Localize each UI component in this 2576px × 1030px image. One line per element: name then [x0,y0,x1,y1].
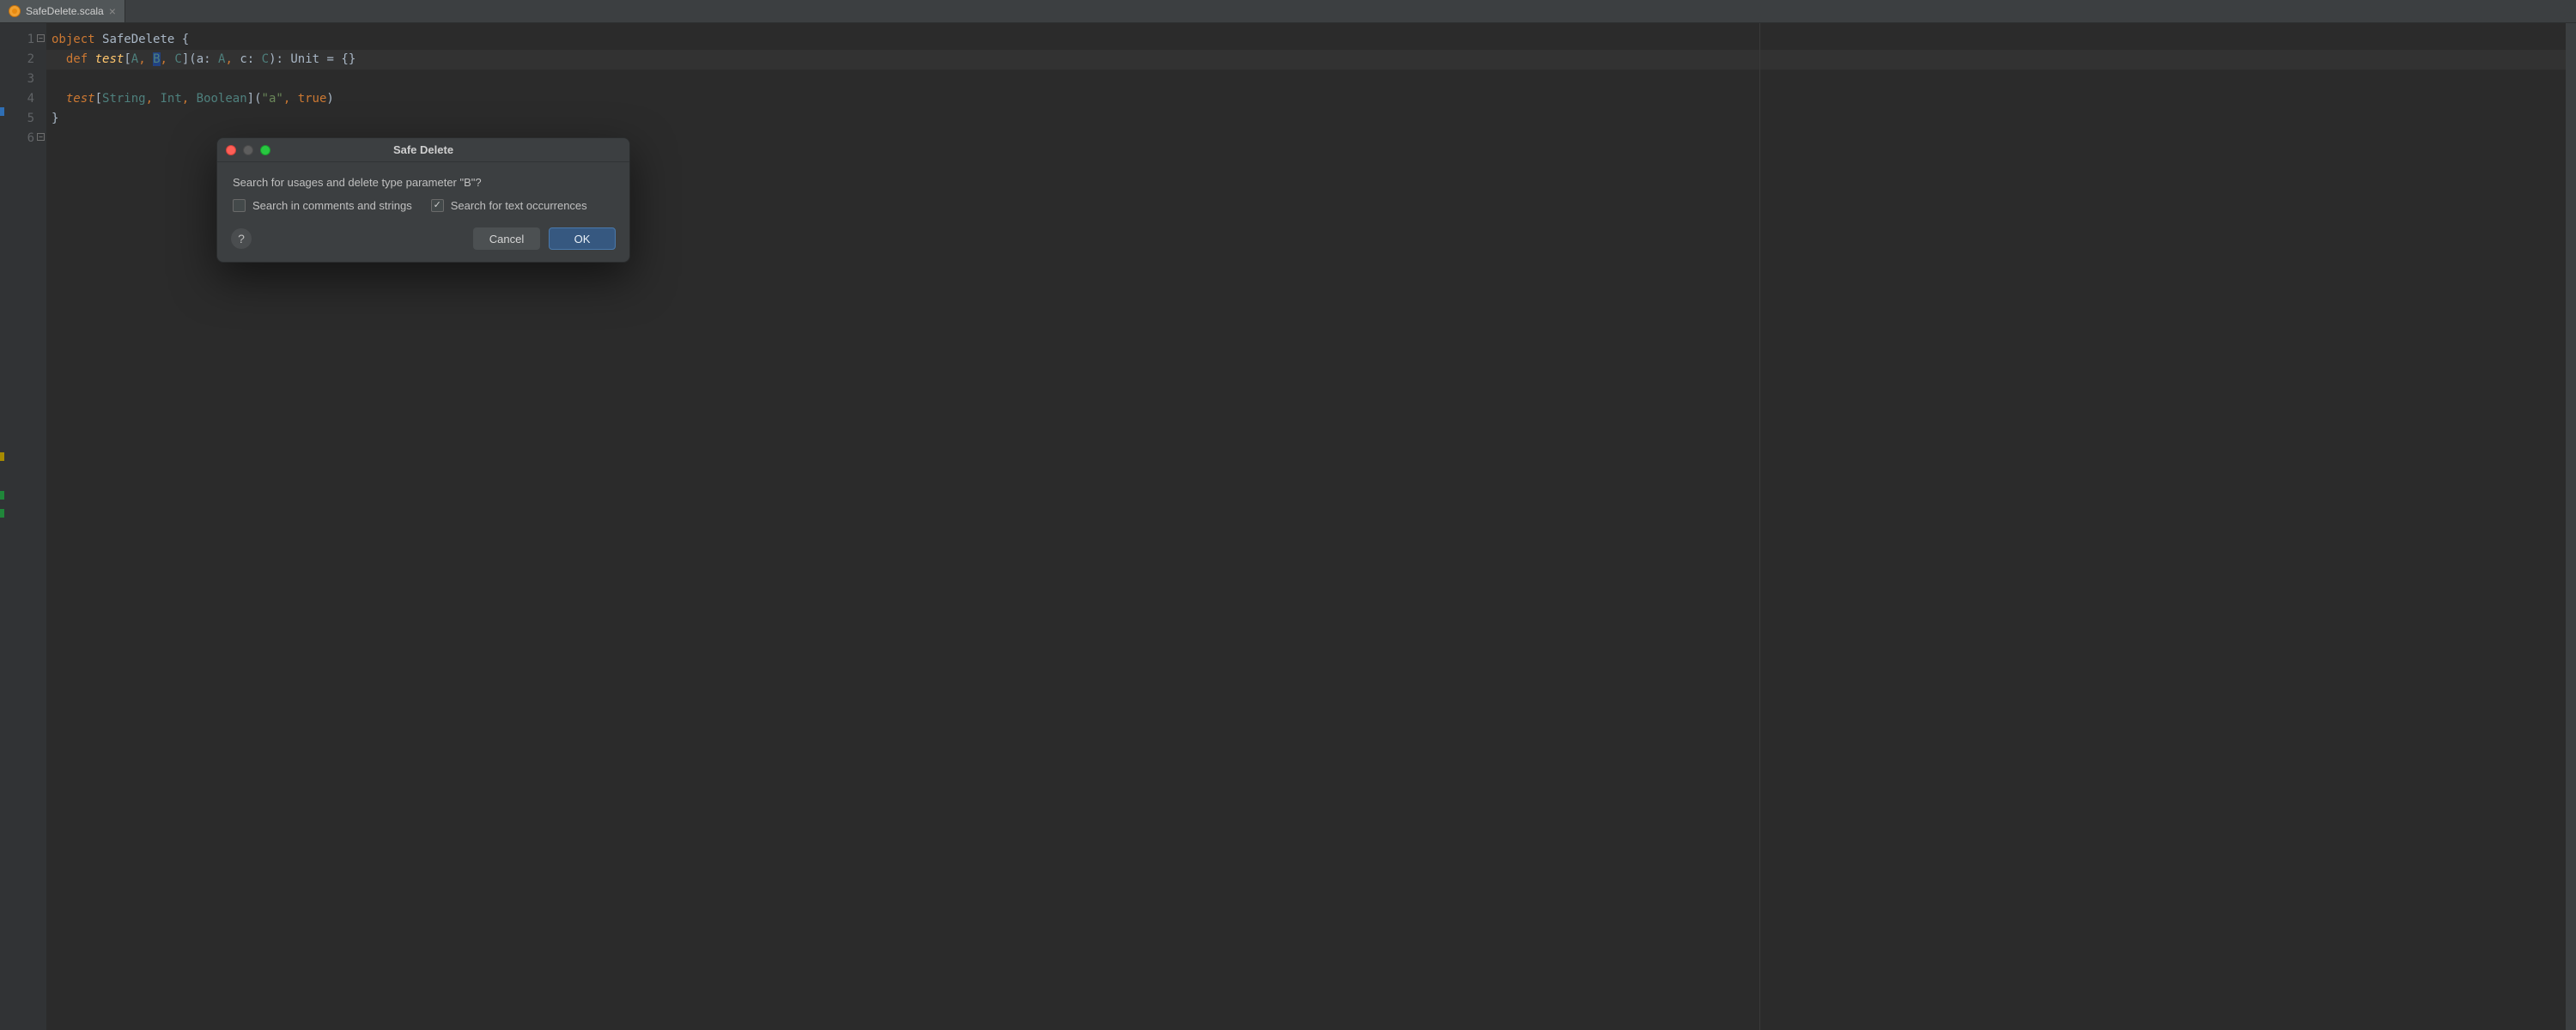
code-line-4: test[String, Int, Boolean]("a", true) [52,89,2566,109]
checkbox-search-comments[interactable]: Search in comments and strings [233,199,412,212]
line-number: 3 [5,70,34,89]
ok-button[interactable]: OK [549,227,616,250]
close-icon[interactable]: × [109,5,116,17]
checkbox-search-text[interactable]: Search for text occurrences [431,199,587,212]
line-number: 1 [5,30,34,50]
help-button[interactable]: ? [231,228,252,249]
selected-type-param: B [153,52,160,66]
checkbox-box[interactable] [233,199,246,212]
editor-tabbar: SafeDelete.scala × [0,0,2576,23]
checkbox-label: Search in comments and strings [252,199,412,212]
line-number: 6 [5,129,34,148]
ide-window: SafeDelete.scala × − − 1 2 3 4 5 6 objec… [0,0,2576,1030]
marker-green-1[interactable] [0,491,4,500]
dialog-titlebar[interactable]: Safe Delete [217,138,629,162]
marker-blue[interactable] [0,107,4,116]
code-line-1: object SafeDelete { [52,30,2566,50]
code-line-3 [52,70,2566,89]
error-stripe [2566,23,2576,1030]
dialog-footer: ? Cancel OK [217,219,629,262]
line-number: 2 [5,50,34,70]
right-margin-guide [1759,23,1760,1030]
fold-toggle-close[interactable]: − [37,133,45,141]
dialog-options: Search in comments and strings Search fo… [233,199,614,212]
checkbox-box[interactable] [431,199,444,212]
marker-green-2[interactable] [0,509,4,518]
cancel-button[interactable]: Cancel [473,227,540,250]
line-number: 4 [5,89,34,109]
line-number: 5 [5,109,34,129]
safe-delete-dialog: Safe Delete Search for usages and delete… [216,137,630,263]
code-line-2: def test[A, B, C](a: A, c: C): Unit = {} [52,50,2566,70]
tab-filename: SafeDelete.scala [26,5,104,17]
editor-tab[interactable]: SafeDelete.scala × [0,0,125,22]
fold-toggle-open[interactable]: − [37,34,45,42]
scala-file-icon [9,5,21,17]
dialog-body: Search for usages and delete type parame… [217,162,629,219]
line-gutter: − − 1 2 3 4 5 6 [5,23,46,1030]
code-line-5: } [52,109,2566,129]
dialog-message: Search for usages and delete type parame… [233,176,614,189]
marker-yellow[interactable] [0,452,4,461]
dialog-title: Safe Delete [217,143,629,156]
checkbox-label: Search for text occurrences [451,199,587,212]
